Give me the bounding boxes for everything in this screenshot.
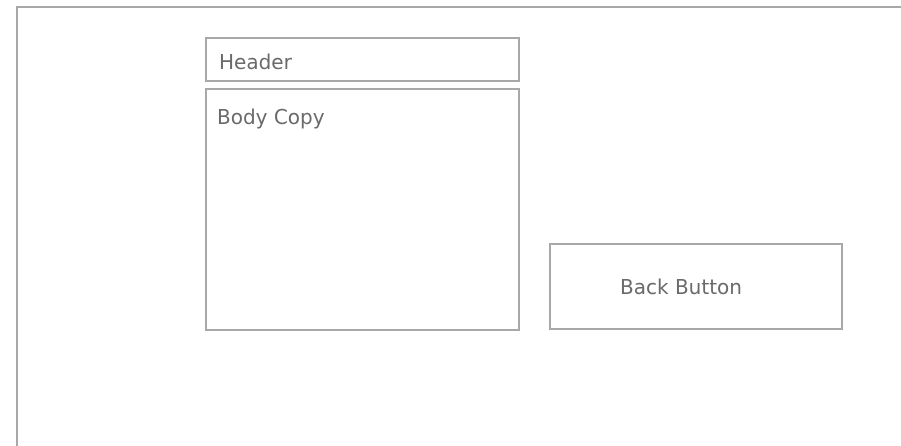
back-button[interactable]: Back Button xyxy=(549,243,843,330)
header-placeholder: Header xyxy=(205,37,520,82)
body-copy-placeholder: Body Copy xyxy=(205,88,520,331)
body-copy-label: Body Copy xyxy=(217,105,325,129)
back-button-label: Back Button xyxy=(620,274,742,299)
header-label: Header xyxy=(219,50,292,74)
